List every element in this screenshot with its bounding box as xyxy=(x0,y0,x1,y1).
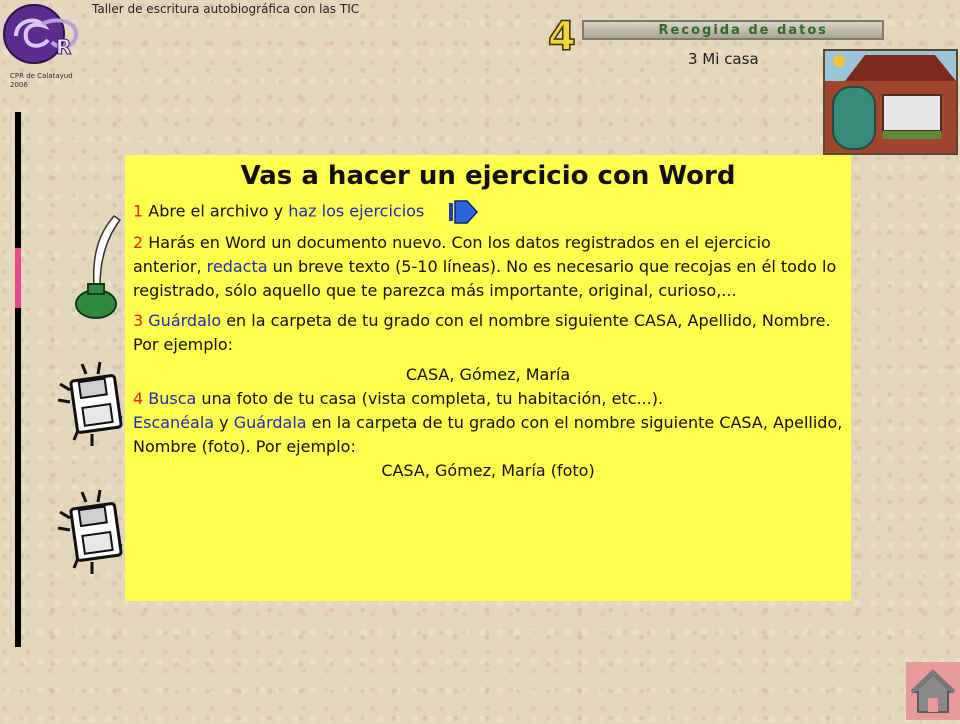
home-button[interactable] xyxy=(906,662,960,720)
step-number: 3 xyxy=(133,311,144,330)
course-title: Taller de escritura autobiográfica con l… xyxy=(92,2,360,16)
guardalo-link[interactable]: Guárdalo xyxy=(148,311,221,330)
step-text: una foto de tu casa (vista completa, tu … xyxy=(196,389,664,408)
chapter-number: 4 xyxy=(544,13,580,61)
step-4-example: CASA, Gómez, María (foto) xyxy=(381,461,595,480)
banner-label: Recogida de datos xyxy=(658,22,828,38)
exercises-link[interactable]: haz los ejercicios xyxy=(288,202,424,221)
floppy-disk-icon xyxy=(52,488,130,576)
step-text: Abre el archivo y xyxy=(143,201,289,221)
instructions-panel: Vas a hacer un ejercicio con Word 1 Abre… xyxy=(125,155,851,601)
quill-inkwell-icon xyxy=(70,212,126,322)
svg-text:R: R xyxy=(56,35,71,59)
house-photo xyxy=(823,49,958,155)
step-3: 3 Guárdalo en la carpeta de tu grado con… xyxy=(133,309,843,357)
guardala-link[interactable]: Guárdala xyxy=(234,413,307,432)
step-1: 1 Abre el archivo y haz los ejercicios xyxy=(133,199,843,225)
panel-title: Vas a hacer un ejercicio con Word xyxy=(240,161,736,191)
step-number: 2 xyxy=(133,233,144,252)
home-icon xyxy=(910,669,956,713)
section-banner: Recogida de datos xyxy=(582,20,884,40)
redacta-link[interactable]: redacta xyxy=(207,257,268,276)
busca-link[interactable]: Busca xyxy=(148,389,196,408)
section-title: 3 Mi casa xyxy=(688,50,759,68)
step-4: 4 Busca una foto de tu casa (vista compl… xyxy=(133,387,843,459)
logo-caption: CPR de Calatayud 2006 xyxy=(10,72,73,89)
step-number: 4 xyxy=(133,389,144,408)
chapter-number-label: 4 xyxy=(548,14,576,54)
left-rule xyxy=(15,112,21,647)
next-arrow-icon[interactable] xyxy=(449,199,479,225)
escaneala-link[interactable]: Escanéala xyxy=(133,413,214,432)
cpr-logo-icon: R xyxy=(2,2,90,66)
step-number: 1 xyxy=(133,201,144,221)
step-3-example: CASA, Gómez, María xyxy=(405,365,571,384)
step-text: en la carpeta de tu grado con el nombre … xyxy=(133,311,831,354)
step-2: 2 Harás en Word un documento nuevo. Con … xyxy=(133,231,843,303)
floppy-disk-icon xyxy=(52,360,130,448)
step-text: y xyxy=(214,413,234,432)
left-rule-highlight xyxy=(15,248,21,308)
